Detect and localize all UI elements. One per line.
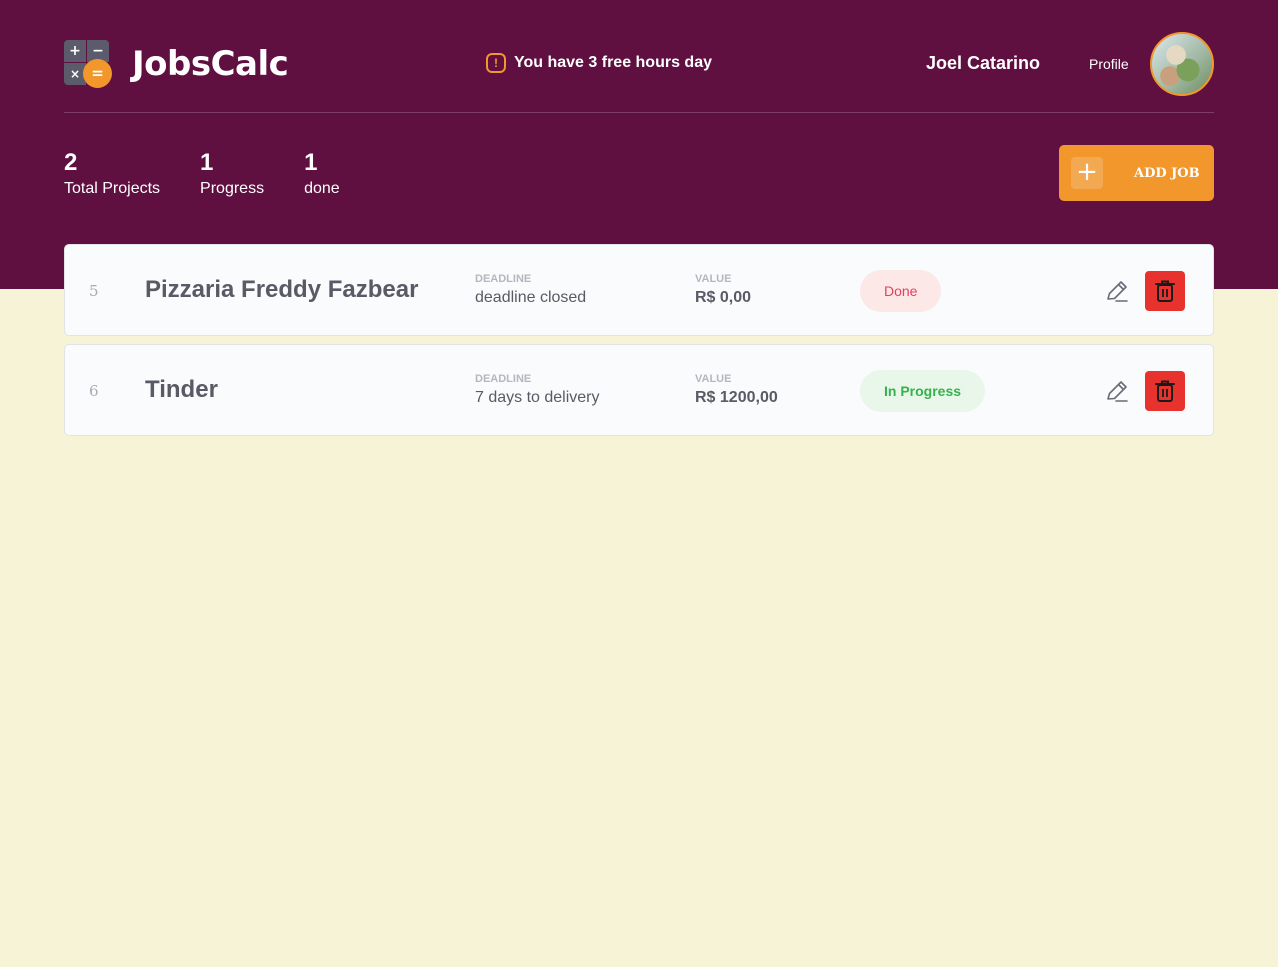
add-job-button[interactable]: + ADD JOB (1059, 145, 1214, 201)
edit-job-button[interactable] (1103, 377, 1131, 405)
summary-stats: 2 Total Projects 1 Progress 1 done (64, 150, 380, 198)
deadline-label: DEADLINE (475, 373, 532, 385)
stat-total-label: Total Projects (64, 180, 161, 197)
deadline-label: DEADLINE (475, 273, 532, 285)
job-list: 5 Pizzaria Freddy Fazbear DEADLINE deadl… (64, 244, 1214, 444)
alert-text: You have 3 free hours day (514, 54, 712, 71)
logo[interactable]: + − × = JobsCalc (64, 40, 289, 88)
avatar[interactable] (1150, 32, 1214, 96)
stat-progress-value: 1 (200, 149, 214, 176)
status-badge: In Progress (860, 370, 986, 412)
page-container: + − × = JobsCalc ! You have 3 free hours… (64, 0, 1214, 436)
free-hours-alert: ! You have 3 free hours day (486, 53, 712, 73)
delete-job-button[interactable] (1145, 371, 1185, 411)
value-amount: R$ 1200,00 (695, 389, 778, 406)
stat-progress: 1 Progress (200, 150, 264, 198)
calculator-logo-icon: + − × = (64, 40, 112, 88)
job-name: Tinder (145, 376, 218, 403)
stat-total-value: 2 (64, 149, 78, 176)
deadline-value: deadline closed (475, 289, 587, 306)
value-amount: R$ 0,00 (695, 289, 752, 306)
stat-done-label: done (304, 180, 340, 197)
job-name: Pizzaria Freddy Fazbear (145, 276, 419, 303)
stat-total-projects: 2 Total Projects (64, 150, 160, 198)
pencil-icon (1107, 281, 1128, 302)
value-label: VALUE (695, 273, 732, 285)
status-badge: Done (860, 270, 942, 312)
deadline-value: 7 days to delivery (475, 389, 600, 406)
profile-link[interactable]: Profile (1089, 56, 1129, 72)
delete-job-button[interactable] (1145, 271, 1185, 311)
pencil-icon (1107, 381, 1128, 402)
job-row: 5 Pizzaria Freddy Fazbear DEADLINE deadl… (64, 244, 1214, 336)
top-bar: + − × = JobsCalc ! You have 3 free hours… (64, 0, 1214, 113)
stat-progress-label: Progress (200, 180, 265, 197)
stat-done-value: 1 (304, 149, 318, 176)
add-job-label: ADD JOB (1134, 165, 1200, 181)
app-title: JobsCalc (132, 44, 289, 84)
job-id: 6 (89, 382, 99, 400)
job-row: 6 Tinder DEADLINE 7 days to delivery VAL… (64, 344, 1214, 436)
logo-plus: + (64, 40, 86, 62)
job-id: 5 (89, 282, 99, 300)
trash-icon (1155, 380, 1175, 402)
edit-job-button[interactable] (1103, 277, 1131, 305)
plus-icon: + (1071, 157, 1103, 189)
logo-equals: = (83, 59, 112, 88)
stat-done: 1 done (304, 150, 340, 198)
trash-icon (1155, 280, 1175, 302)
alert-octagon-icon: ! (486, 53, 506, 73)
user-name: Joel Catarino (926, 53, 1041, 73)
value-label: VALUE (695, 373, 732, 385)
